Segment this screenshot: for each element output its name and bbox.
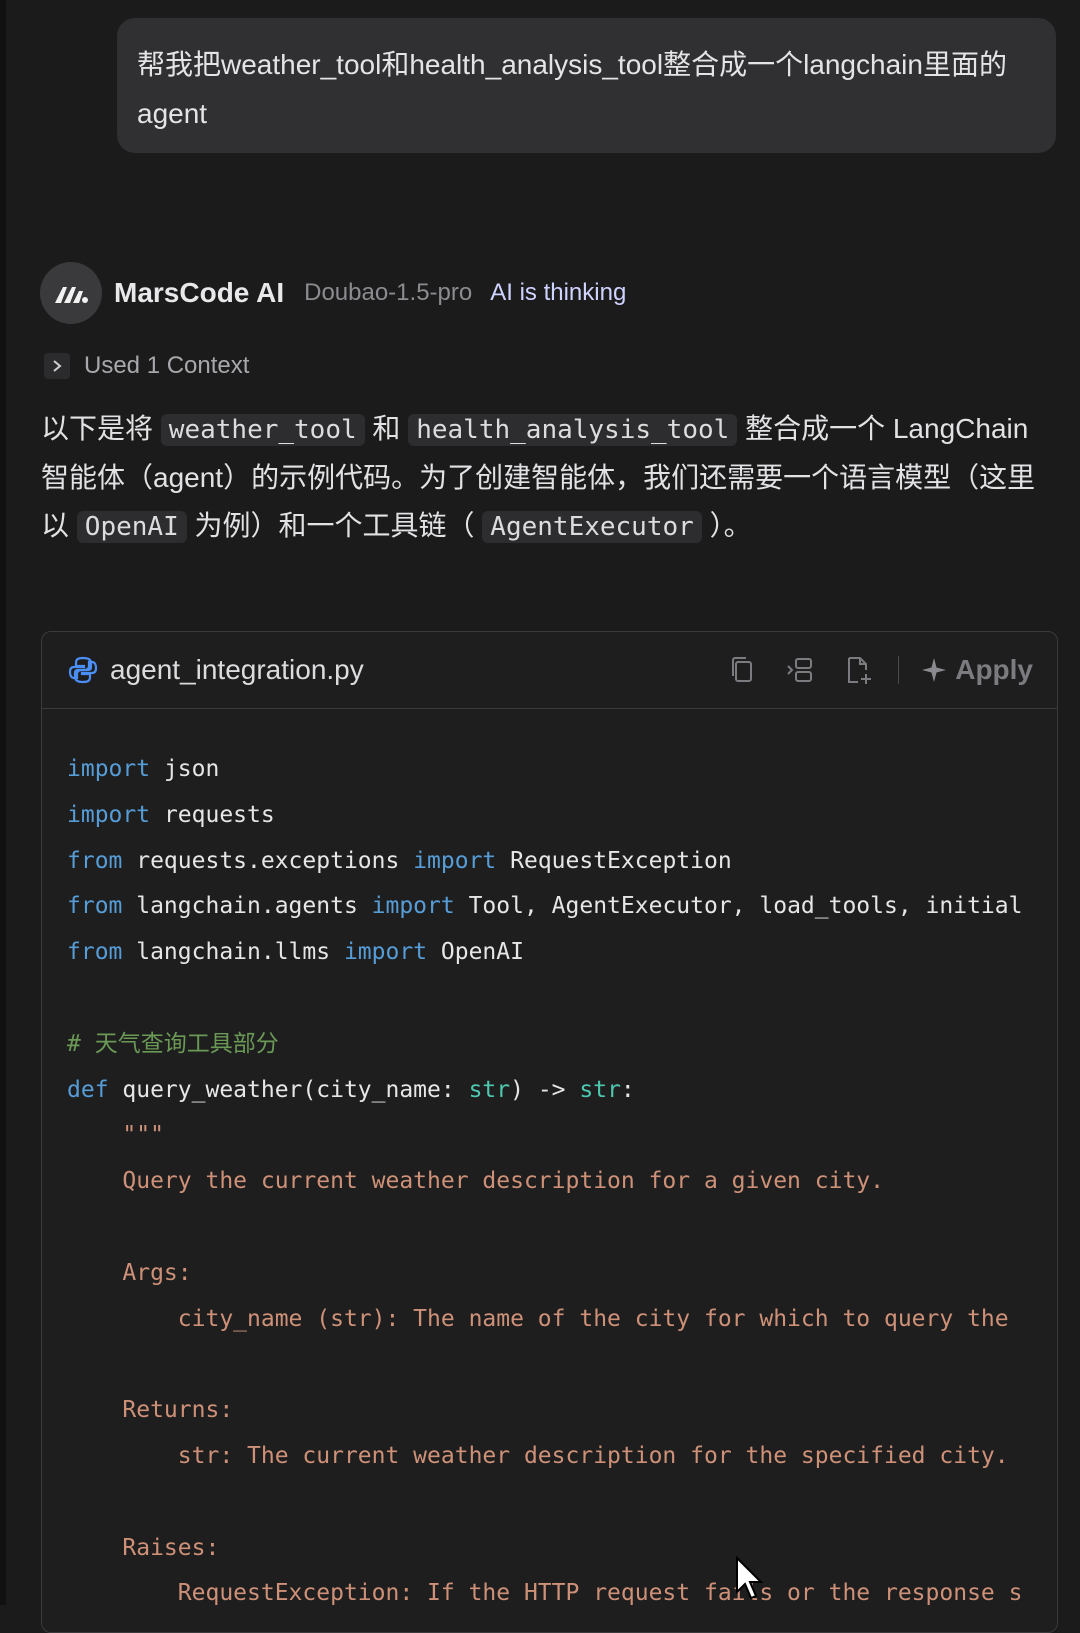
copy-icon[interactable]	[724, 652, 760, 688]
code-docstring-line: Query the current weather description fo…	[67, 1168, 884, 1195]
code-docstring-line: """	[67, 1122, 164, 1149]
user-message-text: 帮我把weather_tool和health_analysis_tool整合成一…	[137, 49, 1007, 129]
assistant-header: MarsCode AI Doubao-1.5-pro AI is thinkin…	[40, 262, 626, 324]
code-docstring-line: str: The current weather description for…	[67, 1442, 1009, 1469]
marscode-logo-icon	[40, 262, 102, 324]
code-line: import json	[67, 756, 220, 782]
chevron-right-icon	[44, 353, 70, 379]
new-file-icon[interactable]	[840, 652, 876, 688]
used-context-toggle[interactable]: Used 1 Context	[44, 350, 249, 382]
code-line: from langchain.agents import Tool, Agent…	[67, 893, 1023, 920]
code-content: import json import requests from request…	[42, 709, 1057, 1617]
code-filename: agent_integration.py	[110, 654, 364, 685]
assistant-name: MarsCode AI	[114, 277, 285, 308]
toolbar-divider	[898, 656, 900, 684]
code-toolbar: Apply	[702, 632, 1033, 708]
code-line: from langchain.llms import OpenAI	[67, 939, 524, 966]
inline-code-weather-tool: weather_tool	[160, 414, 365, 446]
used-context-label: Used 1 Context	[84, 352, 250, 379]
code-line: from requests.exceptions import RequestE…	[67, 847, 732, 874]
thinking-status: AI is thinking	[490, 279, 627, 306]
code-docstring-line: Args:	[67, 1259, 192, 1286]
code-block: agent_integration.py Apply import json i…	[41, 631, 1058, 1633]
inline-code-health-tool: health_analysis_tool	[408, 414, 738, 446]
python-file-icon	[66, 653, 100, 687]
code-block-header: agent_integration.py Apply	[42, 632, 1057, 709]
code-comment-line: # 天气查询工具部分	[67, 1030, 279, 1057]
user-message-bubble: 帮我把weather_tool和health_analysis_tool整合成一…	[117, 18, 1056, 153]
sparkle-icon	[922, 658, 947, 682]
mouse-cursor-icon	[735, 1555, 765, 1605]
apply-label: Apply	[955, 654, 1033, 685]
apply-button[interactable]: Apply	[921, 654, 1033, 686]
intro-text-2: 和	[372, 413, 401, 444]
code-line: def query_weather(city_name: str) -> str…	[67, 1076, 635, 1103]
code-docstring-line: city_name (str): The name of the city fo…	[67, 1305, 1009, 1332]
assistant-intro-text: 以下是将 weather_tool 和 health_analysis_tool…	[41, 405, 1061, 551]
intro-text-5: ）。	[709, 510, 752, 541]
model-name: Doubao-1.5-pro	[304, 279, 473, 306]
inline-code-openai: OpenAI	[76, 511, 187, 543]
window-edge	[0, 0, 6, 1605]
code-docstring-line: RequestException: If the HTTP request fa…	[67, 1580, 1023, 1607]
code-line: import requests	[67, 801, 275, 828]
insert-icon[interactable]	[782, 652, 818, 688]
code-docstring-line: Raises:	[67, 1534, 220, 1561]
intro-text-1: 以下是将	[41, 413, 154, 444]
code-docstring-line: Returns:	[67, 1397, 234, 1424]
intro-text-4: 为例）和一个工具链（	[194, 510, 475, 541]
inline-code-agent-executor: AgentExecutor	[482, 511, 702, 543]
